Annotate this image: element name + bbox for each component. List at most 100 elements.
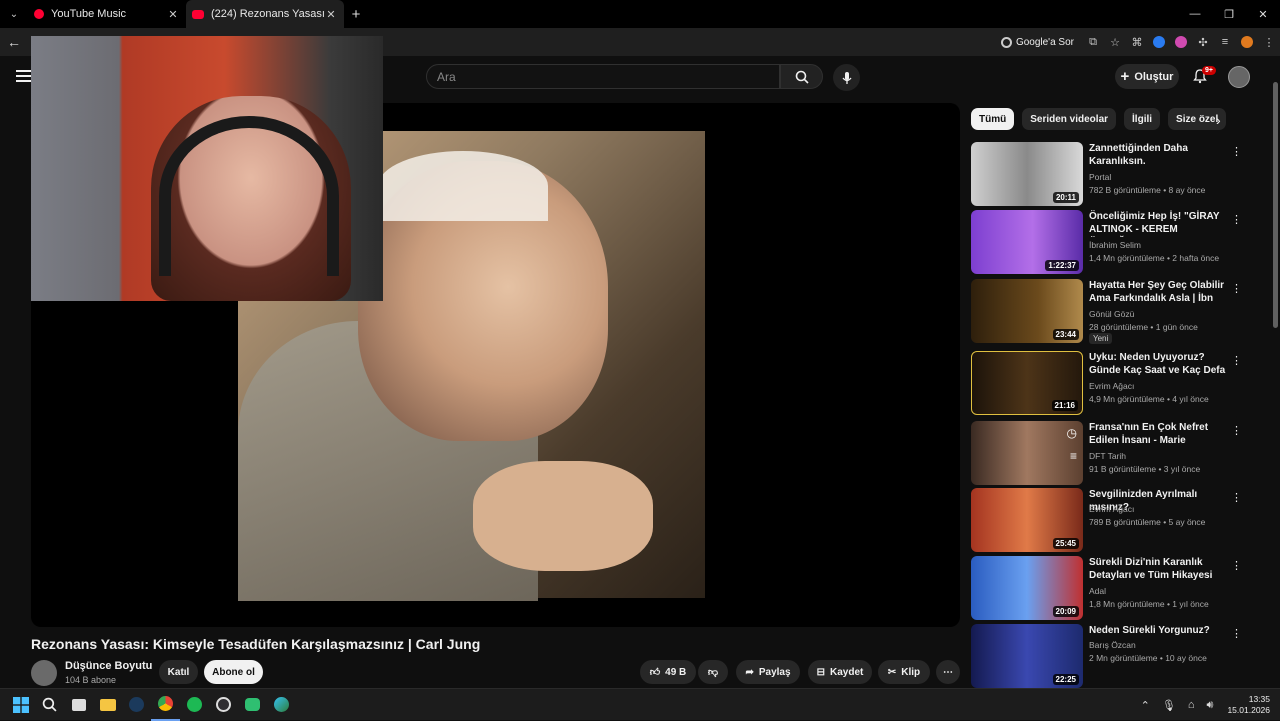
recommendation-title[interactable]: Önceliğimiz Hep İş! "GİRAY ALTINOK - KER… xyxy=(1089,210,1227,237)
more-options-icon[interactable]: ⋮ xyxy=(1231,491,1242,504)
media-control-icon[interactable]: ≡ xyxy=(1214,28,1236,56)
more-options-icon[interactable]: ⋮ xyxy=(1231,559,1242,572)
new-tab-button[interactable]: + xyxy=(344,6,368,23)
add-to-queue-icon[interactable]: ≡ xyxy=(1070,449,1077,463)
volume-icon[interactable]: 🔊︎ xyxy=(1201,699,1220,712)
recommendation-title[interactable]: Sürekli Dizi'nin Karanlık Detayları ve T… xyxy=(1089,556,1227,582)
discord-icon[interactable] xyxy=(238,689,267,721)
video-thumbnail[interactable]: 25:45 xyxy=(971,488,1083,552)
tray-overflow-icon[interactable]: ⌃ xyxy=(1135,699,1156,712)
video-thumbnail[interactable]: ◷ ≡ xyxy=(971,421,1083,485)
search-input[interactable]: Ara xyxy=(426,64,780,89)
recommendation-title[interactable]: Zannettiğinden Daha Karanlıksın. xyxy=(1089,142,1227,168)
recommendation-channel[interactable]: Evrim Ağacı xyxy=(1089,504,1134,514)
start-button[interactable] xyxy=(6,689,35,721)
account-avatar[interactable] xyxy=(1228,66,1250,88)
recommendation-channel[interactable]: DFT Tarih xyxy=(1089,451,1126,461)
close-tab-icon[interactable]: ✕ xyxy=(166,8,180,21)
restore-icon[interactable]: ❐ xyxy=(1212,0,1246,28)
search-button[interactable] xyxy=(780,64,823,89)
chip-all[interactable]: Tümü xyxy=(971,108,1015,130)
recommendation-channel[interactable]: Adal xyxy=(1089,586,1106,596)
recommendation-channel[interactable]: Barış Özcan xyxy=(1089,640,1136,650)
create-button[interactable]: + Oluştur xyxy=(1115,64,1179,89)
video-thumbnail[interactable]: 22:25 xyxy=(971,624,1083,688)
microphone-tray-icon[interactable]: 🎙︎ xyxy=(1156,699,1182,712)
chevron-right-icon[interactable]: › xyxy=(1216,112,1221,128)
recommendation-channel[interactable]: Evrim Ağacı xyxy=(1089,381,1134,391)
chip-related[interactable]: İlgili xyxy=(1124,108,1161,130)
dislike-button[interactable]: 👎︎ xyxy=(698,660,728,684)
spotify-icon[interactable] xyxy=(180,689,209,721)
channel-avatar[interactable] xyxy=(31,660,57,686)
save-button[interactable]: ⊟ Kaydet xyxy=(808,660,872,684)
more-options-icon[interactable]: ⋮ xyxy=(1231,213,1242,226)
bookmark-star-icon[interactable]: ☆ xyxy=(1104,28,1126,56)
watch-later-icon[interactable]: ◷ xyxy=(1067,426,1077,440)
video-thumbnail[interactable]: 1:22:37 xyxy=(971,210,1083,274)
video-thumbnail[interactable]: 23:44 xyxy=(971,279,1083,343)
chip-series[interactable]: Seriden videolar xyxy=(1022,108,1117,130)
share-button[interactable]: ➦ Paylaş xyxy=(736,660,800,684)
clip-button[interactable]: ✂ Klip xyxy=(878,660,930,684)
file-explorer-icon[interactable] xyxy=(93,689,122,721)
scrollbar-thumb[interactable] xyxy=(1273,82,1278,328)
ask-google-button[interactable]: Google'a Sor xyxy=(993,32,1082,52)
channel-name[interactable]: Düşünce Boyutu xyxy=(65,660,152,672)
recommendation-title[interactable]: Uyku: Neden Uyuyoruz? Günde Kaç Saat ve … xyxy=(1089,351,1227,378)
hamburger-menu-icon[interactable] xyxy=(16,70,32,82)
more-options-icon[interactable]: ⋮ xyxy=(1231,627,1242,640)
recommendation-item[interactable]: 23:44 Hayatta Her Şey Geç Olabilir Ama F… xyxy=(971,279,1251,344)
share-icon: ➦ xyxy=(745,666,754,678)
like-button[interactable]: 👍︎ 49 B xyxy=(640,660,696,684)
more-options-icon[interactable]: ⋮ xyxy=(1231,145,1242,158)
video-thumbnail[interactable]: 20:11 xyxy=(971,142,1083,206)
minimize-icon[interactable]: — xyxy=(1178,0,1212,28)
back-arrow-icon[interactable]: ← xyxy=(0,34,28,50)
obs-icon[interactable] xyxy=(209,689,238,721)
edge-icon[interactable] xyxy=(267,689,296,721)
recommendation-item[interactable]: 20:11 Zannettiğinden Daha Karanlıksın. P… xyxy=(971,142,1251,206)
install-app-icon[interactable]: ⧉ xyxy=(1082,28,1104,56)
video-thumbnail[interactable]: 21:16 xyxy=(971,351,1083,415)
recommendation-item[interactable]: ◷ ≡ Fransa'nın En Çok Nefret Edilen İnsa… xyxy=(971,421,1251,485)
video-thumbnail[interactable]: 20:09 xyxy=(971,556,1083,620)
recommendation-item[interactable]: 21:16 Uyku: Neden Uyuyoruz? Günde Kaç Sa… xyxy=(971,351,1251,415)
duration-badge: 1:22:37 xyxy=(1045,260,1079,271)
extension-icon[interactable]: ⌘ xyxy=(1126,28,1148,56)
colorful-extension-icon[interactable] xyxy=(1170,28,1192,56)
puzzle-extensions-icon[interactable]: ✣ xyxy=(1192,28,1214,56)
recommendation-channel[interactable]: İbrahim Selim xyxy=(1089,240,1141,250)
tab-youtube-music[interactable]: YouTube Music ✕ xyxy=(28,0,186,28)
recommendation-title[interactable]: Neden Sürekli Yorgunuz? xyxy=(1089,624,1227,637)
network-icon[interactable]: ⌂ xyxy=(1182,699,1201,711)
recommendation-channel[interactable]: Portal xyxy=(1089,172,1111,182)
more-options-icon[interactable]: ⋮ xyxy=(1231,282,1242,295)
voice-search-button[interactable] xyxy=(833,64,860,91)
recommendation-title[interactable]: Fransa'nın En Çok Nefret Edilen İnsanı -… xyxy=(1089,421,1227,448)
join-button[interactable]: Katıl xyxy=(159,660,198,684)
subscribe-button[interactable]: Abone ol xyxy=(204,660,263,684)
blue-extension-icon[interactable] xyxy=(1148,28,1170,56)
more-options-icon[interactable]: ⋮ xyxy=(1231,424,1242,437)
recommendation-item[interactable]: 22:25 Neden Sürekli Yorgunuz? Barış Özca… xyxy=(971,624,1251,688)
more-options-icon[interactable]: ⋮ xyxy=(1231,354,1242,367)
recommendation-title[interactable]: Hayatta Her Şey Geç Olabilir Ama Farkınd… xyxy=(1089,279,1227,306)
close-window-icon[interactable]: ✕ xyxy=(1246,0,1280,28)
taskbar-clock[interactable]: 13:35 15.01.2026 xyxy=(1219,694,1280,716)
recommendation-item[interactable]: 25:45 Sevgilinizden Ayrılmalı mısınız? E… xyxy=(971,488,1251,552)
profile-icon[interactable] xyxy=(1236,28,1258,56)
page-scrollbar[interactable] xyxy=(1271,60,1280,688)
browser-menu-icon[interactable]: ⋮ xyxy=(1258,28,1280,56)
more-actions-button[interactable]: ⋯ xyxy=(936,660,960,684)
recommendation-item[interactable]: 20:09 Sürekli Dizi'nin Karanlık Detaylar… xyxy=(971,556,1251,620)
task-view-icon[interactable] xyxy=(64,689,93,721)
steam-icon[interactable] xyxy=(122,689,151,721)
close-tab-icon[interactable]: ✕ xyxy=(324,8,338,21)
tab-search-icon[interactable]: ⌄ xyxy=(0,0,28,28)
recommendation-item[interactable]: 1:22:37 Önceliğimiz Hep İş! "GİRAY ALTIN… xyxy=(971,210,1251,274)
tab-rezonans-video[interactable]: (224) Rezonans Yasası: Kimseyle ✕ xyxy=(186,0,344,28)
taskbar-search-icon[interactable] xyxy=(35,689,64,721)
chrome-icon[interactable] xyxy=(151,689,180,721)
recommendation-channel[interactable]: Gönül Gözü xyxy=(1089,309,1134,319)
